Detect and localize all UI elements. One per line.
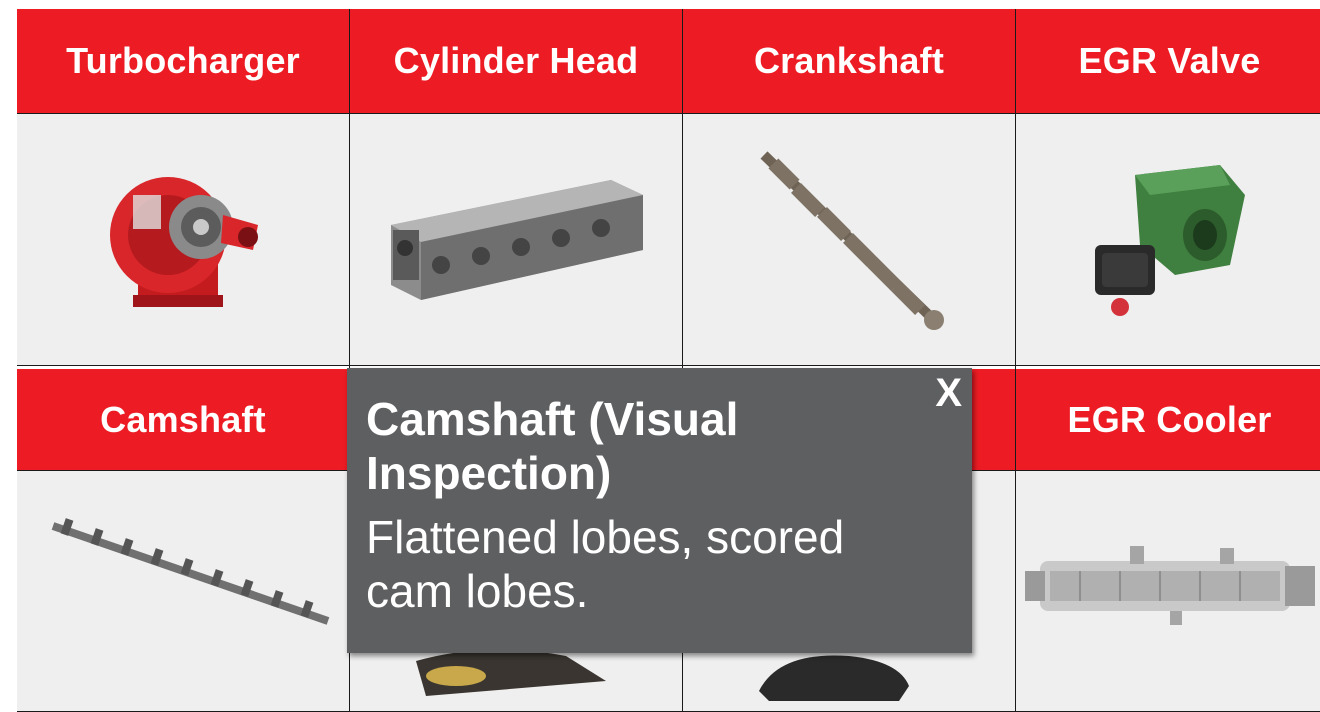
egr-cooler-image-cell[interactable] bbox=[1016, 471, 1320, 711]
cylinder-head-image bbox=[391, 179, 643, 300]
header-crankshaft[interactable]: Crankshaft bbox=[683, 9, 1015, 113]
popup-title: Camshaft (Visual Inspection) bbox=[366, 393, 739, 499]
egr-cooler-image bbox=[1024, 546, 1315, 625]
header-egr-cooler[interactable]: EGR Cooler bbox=[1016, 366, 1320, 470]
header-cylinder-head[interactable]: Cylinder Head bbox=[350, 9, 682, 113]
popup-description: Flattened lobes, scored cam lobes. bbox=[366, 511, 845, 617]
header-turbocharger[interactable]: Turbocharger bbox=[17, 9, 349, 113]
cylinder-head-image-cell[interactable] bbox=[350, 114, 682, 365]
crankshaft-image-cell[interactable] bbox=[683, 114, 1015, 365]
egr-valve-image-cell[interactable] bbox=[1016, 114, 1320, 365]
camshaft-image bbox=[51, 518, 330, 625]
camshaft-image-cell[interactable] bbox=[17, 471, 349, 711]
egr-valve-image bbox=[1094, 164, 1245, 316]
turbocharger-image-cell[interactable] bbox=[17, 114, 349, 365]
header-egr-valve[interactable]: EGR Valve bbox=[1016, 9, 1320, 113]
info-popup: X Camshaft (Visual Inspection) Flattened… bbox=[347, 368, 972, 653]
turbocharger-image bbox=[110, 176, 258, 307]
close-icon[interactable]: X bbox=[935, 370, 962, 416]
header-camshaft[interactable]: Camshaft bbox=[17, 366, 349, 470]
crankshaft-image bbox=[760, 150, 944, 330]
